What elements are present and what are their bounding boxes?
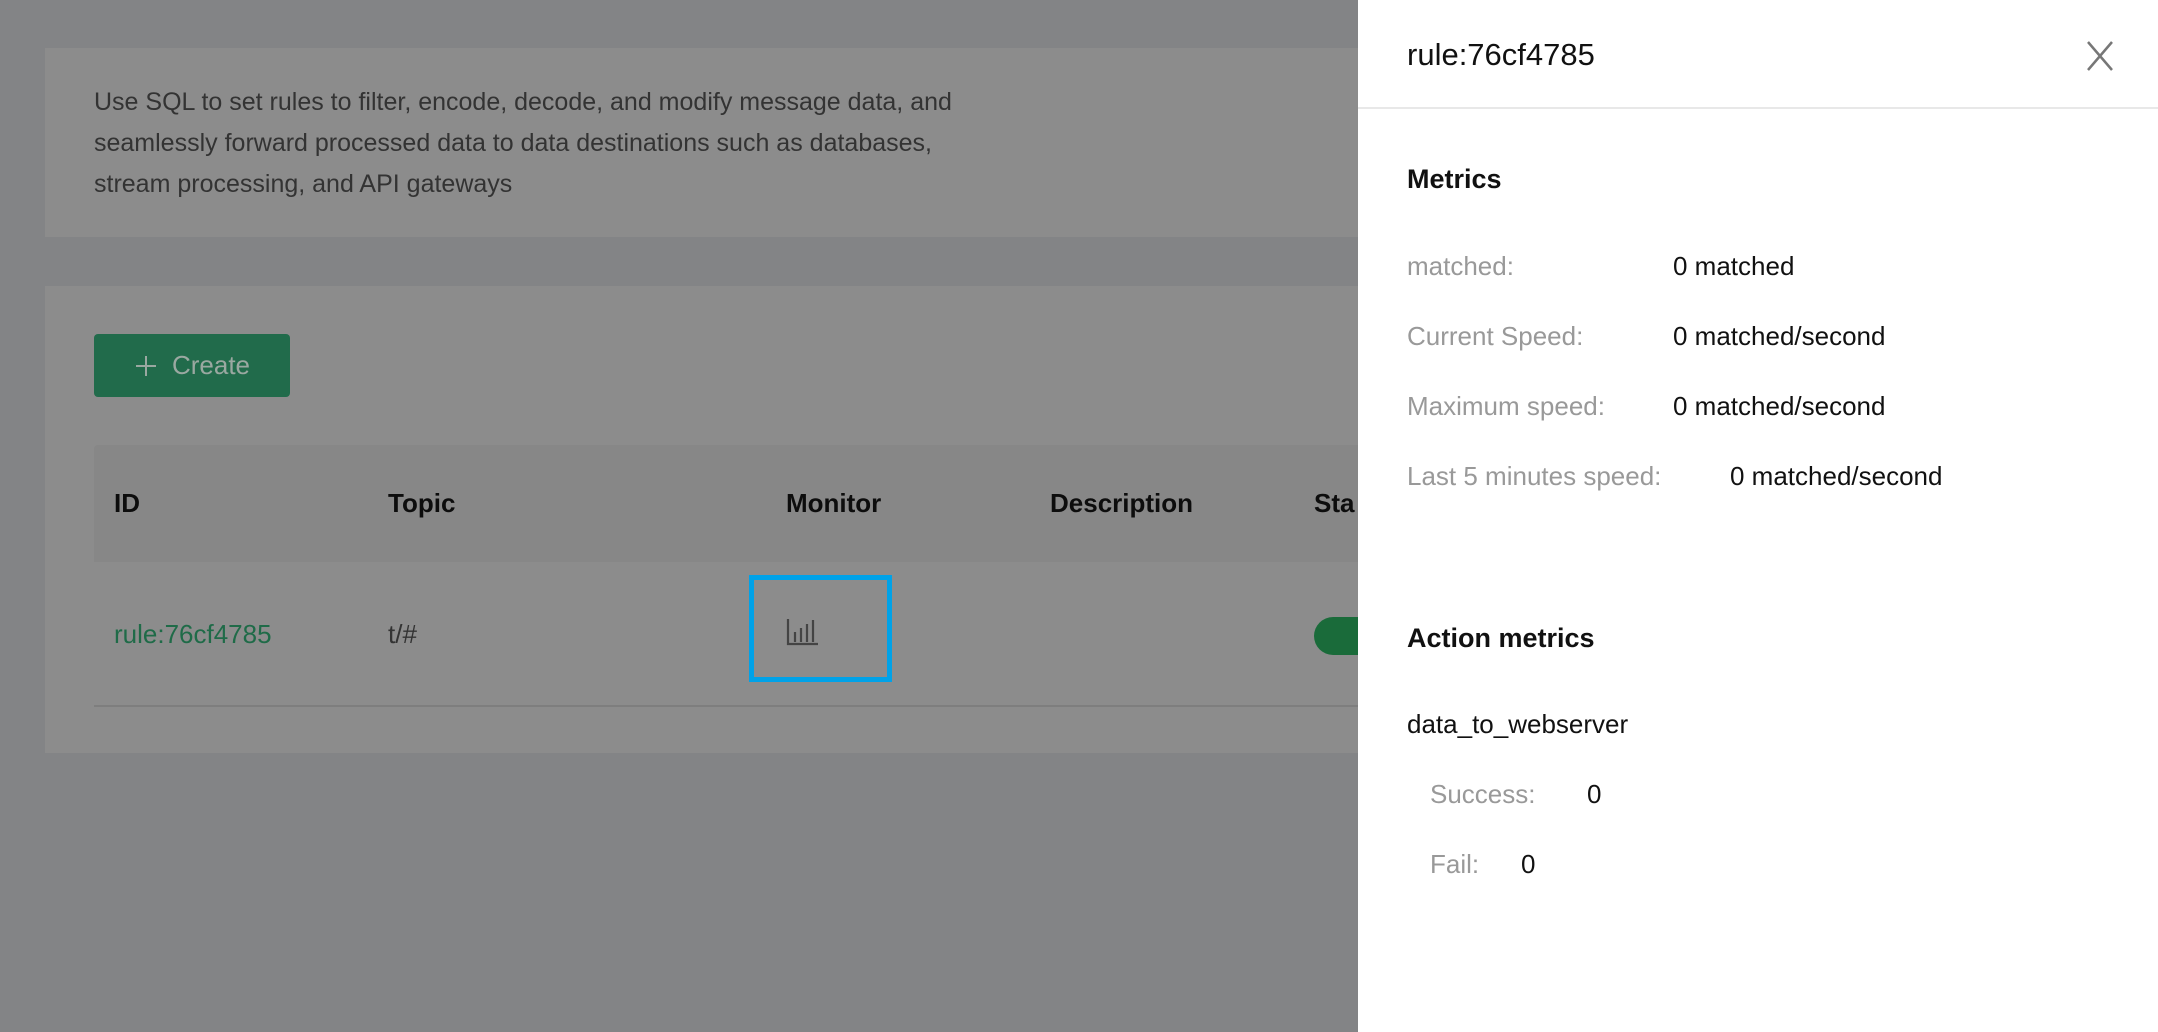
action-name: data_to_webserver	[1407, 709, 1629, 739]
fail-label: Fail:	[1430, 849, 1480, 879]
monitor-highlight	[749, 575, 892, 682]
success-label: Success:	[1430, 779, 1536, 809]
column-description: Description	[1050, 488, 1194, 518]
intro-description: Use SQL to set rules to filter, encode, …	[94, 82, 1244, 205]
metrics-heading: Metrics	[1407, 164, 1502, 194]
rule-metrics-drawer: rule:76cf4785 Metrics matched: 0 matched…	[1358, 0, 2158, 1032]
close-icon[interactable]	[2080, 38, 2120, 74]
create-label: Create	[171, 350, 251, 380]
metric-value: 0 matched	[1673, 251, 1795, 281]
metric-label: matched:	[1407, 251, 1514, 281]
metric-label: Maximum speed:	[1407, 391, 1605, 421]
metric-label: Current Speed:	[1407, 321, 1584, 351]
row-divider	[94, 705, 1358, 707]
fail-value: 0	[1521, 849, 1536, 879]
metric-value: 0 matched/second	[1673, 321, 1886, 351]
description-line: stream processing, and API gateways	[94, 170, 513, 198]
create-button[interactable]: Create	[94, 334, 290, 397]
metric-value: 0 matched/second	[1673, 391, 1886, 421]
metric-label: Last 5 minutes speed:	[1407, 461, 1662, 491]
metric-value: 0 matched/second	[1730, 461, 1943, 491]
bar-chart-icon[interactable]	[786, 618, 820, 646]
drawer-title: rule:76cf4785	[1407, 37, 1595, 72]
column-topic: Topic	[388, 488, 456, 518]
column-id: ID	[114, 488, 140, 518]
action-metrics-heading: Action metrics	[1407, 623, 1595, 653]
description-line: seamlessly forward processed data to dat…	[94, 129, 932, 157]
rule-id-link[interactable]: rule:76cf4785	[114, 617, 272, 651]
rule-topic: t/#	[388, 619, 417, 649]
description-line: Use SQL to set rules to filter, encode, …	[94, 88, 952, 116]
success-value: 0	[1587, 779, 1602, 809]
column-status: Sta	[1314, 488, 1355, 518]
column-monitor: Monitor	[786, 488, 882, 518]
plus-icon	[135, 355, 156, 376]
